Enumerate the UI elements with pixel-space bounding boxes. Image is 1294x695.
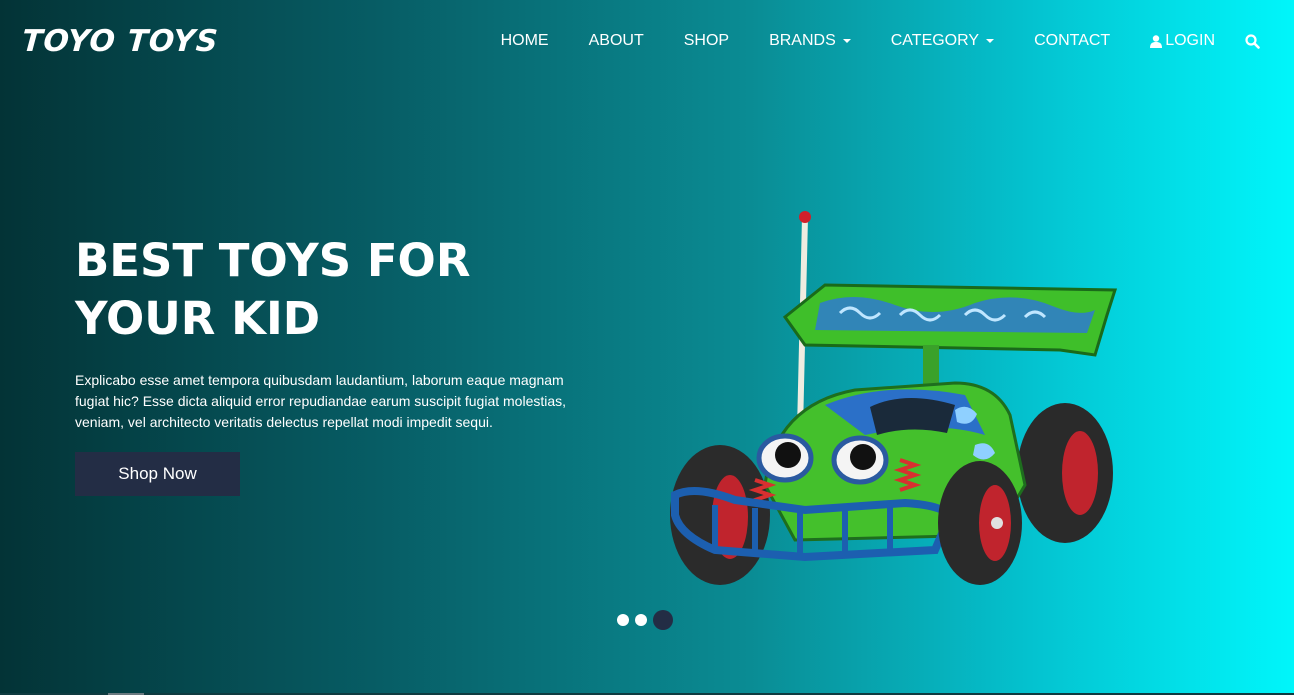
user-icon [1150,34,1163,48]
nav-label-shop: SHOP [683,32,730,49]
shop-now-button[interactable]: Shop Now [75,452,240,496]
nav-item-contact[interactable]: CONTACT [1034,32,1110,50]
nav-label-category: CATEGORY [890,32,980,49]
hero-banner: TOYO TOYS HOME ABOUT SHOP BRANDS CATEGOR… [0,0,1294,695]
nav-label-brands: BRANDS [769,32,836,49]
headline-line-1: BEST TOYS FOR [75,234,471,287]
caret-down-icon [842,39,851,43]
nav-label-login: LOGIN [1165,32,1215,49]
main-nav: HOME ABOUT SHOP BRANDS CATEGORY CONTACT … [501,32,1260,50]
nav-item-brands[interactable]: BRANDS [769,32,851,50]
nav-item-home[interactable]: HOME [501,32,549,50]
nav-label-contact: CONTACT [1034,32,1111,49]
nav-label-home: HOME [500,32,549,49]
nav-item-login[interactable]: LOGIN [1150,32,1215,50]
carousel-dot-1[interactable] [617,614,629,626]
carousel-dot-2[interactable] [635,614,647,626]
carousel-dot-3-active[interactable] [653,610,673,630]
carousel-indicators [617,610,679,630]
rc-car-toy-image [670,211,1118,585]
hero-text: BEST TOYS FOR YOUR KID Explicabo esse am… [75,232,615,433]
nav-item-about[interactable]: ABOUT [589,32,644,50]
nav-item-shop[interactable]: SHOP [684,32,729,50]
hero-headline: BEST TOYS FOR YOUR KID [75,232,475,348]
nav-label-about: ABOUT [588,32,644,49]
nav-item-category[interactable]: CATEGORY [890,32,995,50]
caret-down-icon [986,39,995,43]
headline-line-2: YOUR KID [75,292,321,345]
site-logo[interactable]: TOYO TOYS [21,24,220,59]
hero-description: Explicabo esse amet tempora quibusdam la… [75,372,567,430]
search-icon[interactable] [1245,33,1260,49]
